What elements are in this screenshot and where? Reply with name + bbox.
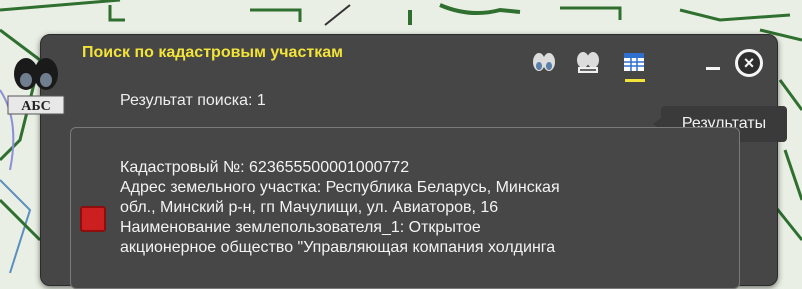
logo-text: АБС [21, 99, 50, 114]
search-result-count: Результат поиска: 1 [120, 92, 266, 109]
result-info: Кадастровый №: 623655500001000772 Адрес … [120, 158, 560, 258]
binoculars-abc-logo-icon: АБС [7, 58, 65, 115]
binoculars-icon[interactable] [532, 50, 556, 74]
active-tool-indicator [625, 79, 645, 82]
cadastral-number: Кадастровый №: 623655500001000772 [120, 159, 410, 176]
minimize-icon[interactable] [706, 59, 722, 75]
binoculars-abc-icon[interactable] [576, 50, 600, 74]
land-user-line-1: Наименование землепользователя_1: Открыт… [120, 219, 481, 236]
result-marker-icon[interactable] [80, 206, 106, 232]
table-icon[interactable] [622, 50, 646, 74]
address-line-2: обл., Минский р-н, гп Мачулищи, ул. Авиа… [120, 199, 499, 216]
close-icon[interactable]: × [735, 49, 763, 77]
land-user-line-2: акционерное общество "Управляющая компан… [120, 239, 556, 256]
window-title: Поиск по кадастровым участкам [82, 44, 343, 61]
address-line-1: Адрес земельного участка: Республика Бел… [120, 179, 560, 196]
